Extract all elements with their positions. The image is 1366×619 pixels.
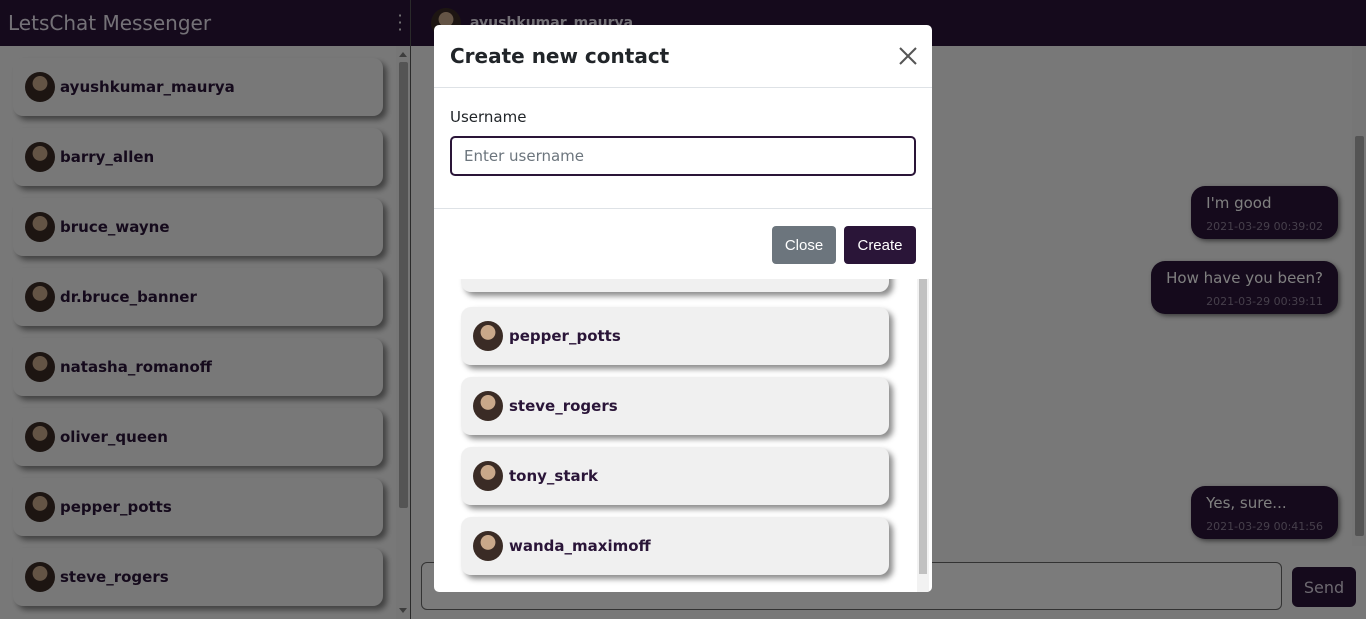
dialog-header: Create new contact <box>434 25 932 88</box>
username-label: Username <box>450 108 527 126</box>
create-contact-dialog: Create new contact Username Close Create <box>434 25 932 279</box>
contact-item[interactable]: steve_rogers <box>461 377 889 435</box>
dialog-footer: Close Create <box>434 208 932 279</box>
avatar <box>473 321 503 351</box>
contact-name: wanda_maximoff <box>509 537 651 555</box>
picker-scrollbar[interactable] <box>917 270 929 592</box>
avatar <box>473 461 503 491</box>
contact-item[interactable]: pepper_potts <box>461 307 889 365</box>
contact-name: tony_stark <box>509 467 599 485</box>
contact-name: pepper_potts <box>509 327 621 345</box>
close-button[interactable]: Close <box>772 226 836 264</box>
avatar <box>473 391 503 421</box>
create-button[interactable]: Create <box>844 226 916 264</box>
avatar <box>473 531 503 561</box>
contact-item[interactable]: wanda_maximoff <box>461 517 889 575</box>
dialog-title: Create new contact <box>450 44 670 68</box>
contact-name: steve_rogers <box>509 397 618 415</box>
close-icon[interactable] <box>899 47 917 65</box>
contact-picker-modal: pepper_potts steve_rogers tony_stark wan… <box>434 270 932 592</box>
scrollbar-thumb[interactable] <box>919 278 927 574</box>
contact-item[interactable]: tony_stark <box>461 447 889 505</box>
username-input[interactable] <box>450 136 916 176</box>
dialog-body: Username <box>434 88 932 196</box>
